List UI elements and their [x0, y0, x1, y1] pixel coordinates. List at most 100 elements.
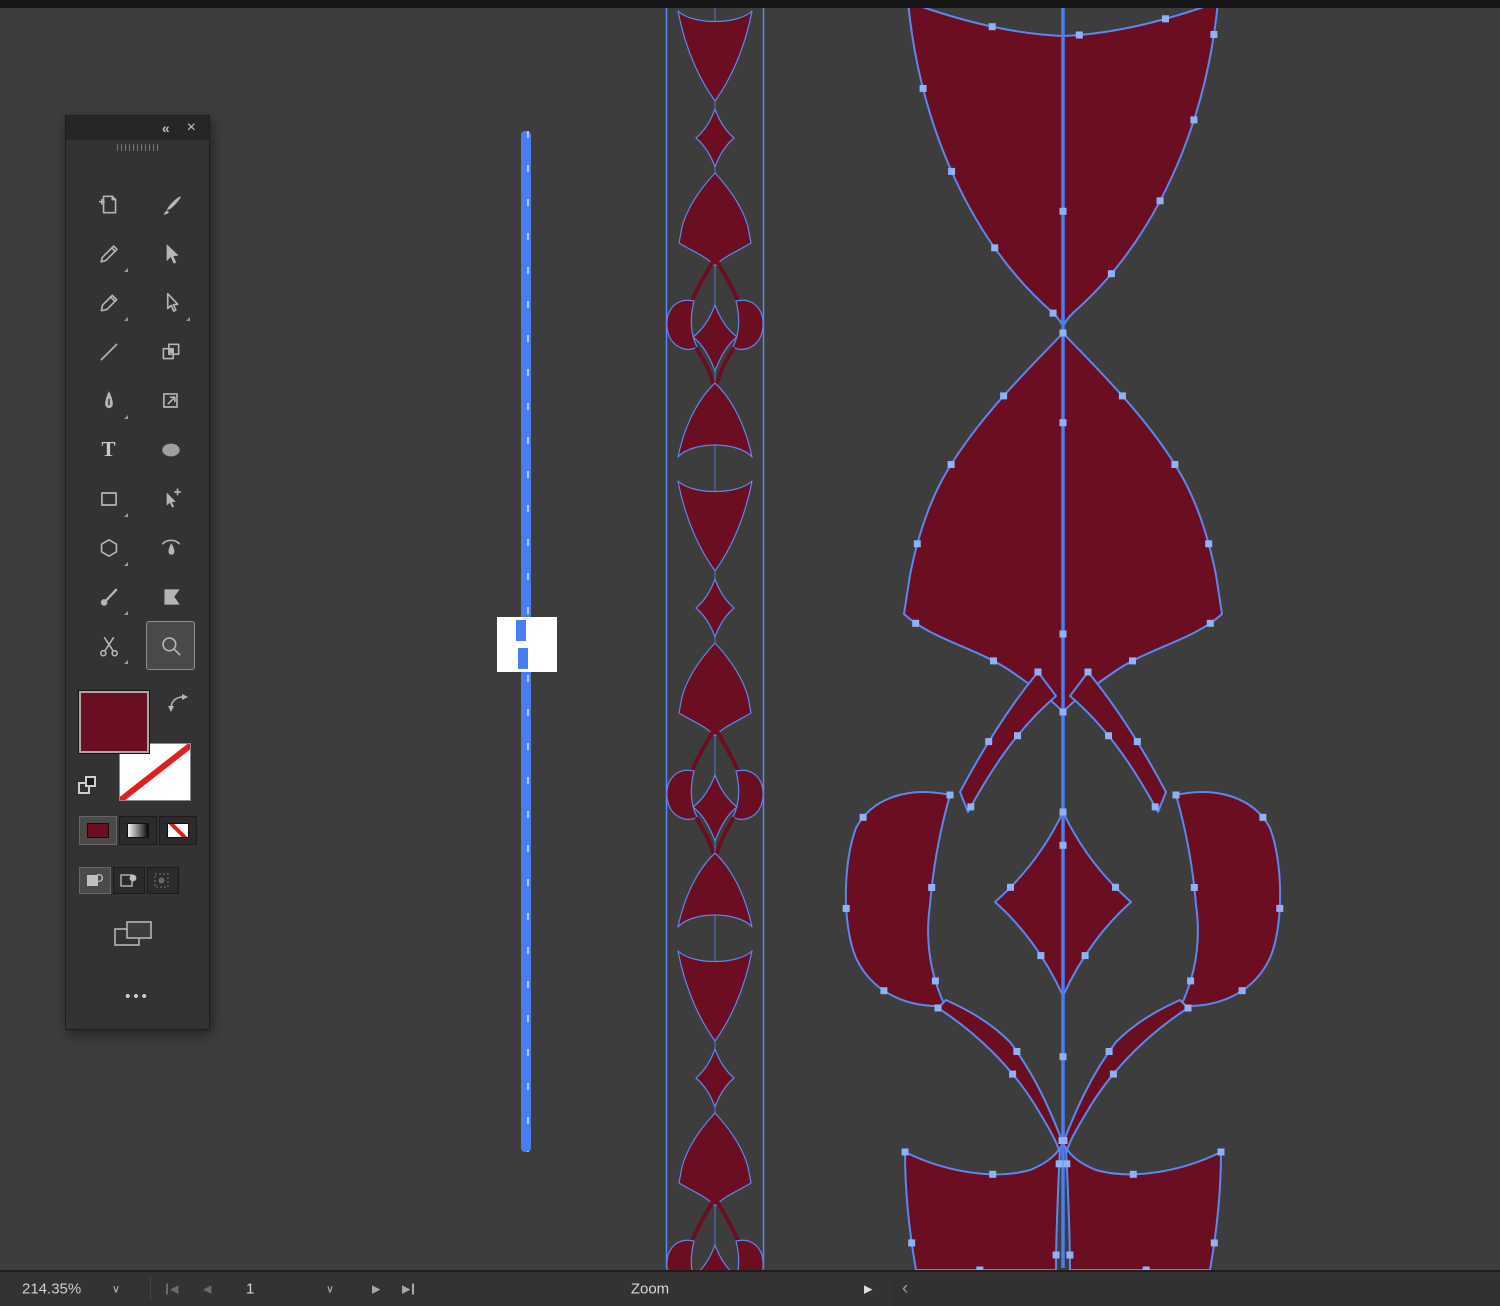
ornament-leg-right[interactable]: [1069, 671, 1167, 813]
statusbar-menu-arrow-icon[interactable]: ▶: [864, 1283, 872, 1296]
anchor-point[interactable]: [1037, 952, 1045, 960]
anchor-point[interactable]: [1075, 31, 1083, 39]
anchor-point[interactable]: [1059, 841, 1067, 849]
default-fill-stroke-icon[interactable]: [78, 776, 100, 796]
anchor-point[interactable]: [1190, 884, 1198, 891]
anchor-point[interactable]: [1129, 657, 1136, 665]
anchor-point[interactable]: [985, 738, 993, 746]
fill-color-swatch[interactable]: [78, 690, 150, 754]
anchor-point[interactable]: [928, 884, 936, 891]
tool-ellipse[interactable]: [146, 425, 195, 474]
anchor-point[interactable]: [1205, 540, 1213, 548]
anchor-point[interactable]: [1187, 977, 1195, 985]
anchor-point[interactable]: [1000, 392, 1008, 400]
anchor-point[interactable]: [1238, 987, 1246, 995]
anchor-point[interactable]: [1190, 116, 1198, 124]
tool-rectangle[interactable]: [84, 474, 133, 523]
ornament-tail-left[interactable]: [937, 999, 1064, 1151]
anchor-point[interactable]: [901, 1148, 909, 1156]
collapse-panel-icon[interactable]: «: [162, 120, 170, 136]
anchor-point[interactable]: [1059, 630, 1067, 638]
ornament-fluke-left[interactable]: [844, 791, 951, 1009]
anchor-point[interactable]: [1066, 1251, 1074, 1259]
anchor-point[interactable]: [1206, 619, 1214, 627]
tool-type[interactable]: T: [84, 425, 133, 474]
anchor-point[interactable]: [1049, 309, 1057, 317]
tool-paintbrush[interactable]: [146, 180, 195, 229]
previous-artboard-button[interactable]: ◀: [203, 1283, 211, 1296]
tool-overlap-shapes[interactable]: [146, 327, 195, 376]
draw-normal-button[interactable]: [79, 867, 111, 894]
anchor-point[interactable]: [1013, 1048, 1021, 1055]
tool-artboard[interactable]: [84, 180, 133, 229]
last-artboard-button[interactable]: ▶: [402, 1283, 415, 1296]
ornament-border-strip[interactable]: [664, 8, 766, 1306]
anchor-point[interactable]: [946, 791, 954, 799]
anchor-point[interactable]: [1259, 813, 1267, 821]
anchor-point[interactable]: [1172, 791, 1180, 799]
fill-color-button[interactable]: [79, 816, 117, 845]
anchor-point[interactable]: [1112, 883, 1119, 891]
anchor-point[interactable]: [1014, 732, 1021, 740]
white-rectangle-object[interactable]: [497, 617, 557, 672]
ornament-border-zoomed[interactable]: [842, 0, 1284, 1274]
anchor-point[interactable]: [880, 987, 888, 995]
tool-blob-brush[interactable]: [84, 572, 133, 621]
tool-scissors[interactable]: [84, 621, 133, 670]
anchor-point[interactable]: [1034, 668, 1042, 676]
anchor-point[interactable]: [1162, 15, 1169, 23]
anchor-point[interactable]: [1059, 419, 1067, 427]
anchor-point[interactable]: [1105, 1048, 1113, 1055]
anchor-point[interactable]: [991, 244, 999, 252]
anchor-point[interactable]: [1084, 668, 1092, 676]
anchor-point[interactable]: [1059, 329, 1067, 337]
anchor-point[interactable]: [989, 1170, 997, 1178]
anchor-point[interactable]: [1052, 1251, 1060, 1259]
anchor-point[interactable]: [1184, 1004, 1192, 1012]
anchor-point[interactable]: [1059, 808, 1067, 816]
anchor-point[interactable]: [988, 23, 996, 31]
draw-behind-button[interactable]: [113, 867, 145, 894]
tool-selection[interactable]: [146, 229, 195, 278]
tool-shape-builder[interactable]: [146, 572, 195, 621]
ornament-tail-right[interactable]: [1062, 999, 1189, 1151]
tool-zoom[interactable]: [146, 621, 195, 670]
anchor-point[interactable]: [1210, 1239, 1218, 1247]
anchor-point[interactable]: [1059, 207, 1067, 215]
ornament-bottom-wing-right[interactable]: [1065, 1147, 1222, 1271]
artboard-chevron-down-icon[interactable]: ∨: [326, 1283, 334, 1296]
anchor-point[interactable]: [947, 461, 955, 468]
tool-shaper[interactable]: [84, 229, 133, 278]
strip-motif-unit[interactable]: [664, 949, 766, 1306]
scrollbar-left-arrow-icon[interactable]: ‹: [902, 1278, 908, 1300]
tool-free-transform[interactable]: [146, 376, 195, 425]
anchor-point[interactable]: [1060, 1137, 1068, 1144]
anchor-point[interactable]: [1151, 803, 1159, 811]
close-panel-icon[interactable]: ×: [187, 120, 196, 136]
anchor-point[interactable]: [1105, 732, 1112, 740]
anchor-point[interactable]: [1007, 883, 1014, 891]
anchor-point[interactable]: [934, 1004, 942, 1012]
tool-group-selection[interactable]: [146, 474, 195, 523]
anchor-point[interactable]: [948, 167, 956, 175]
anchor-point[interactable]: [1217, 1148, 1225, 1156]
panel-overflow-button[interactable]: •••: [66, 988, 209, 1005]
anchor-point[interactable]: [1156, 197, 1164, 205]
next-artboard-button[interactable]: ▶: [372, 1283, 380, 1296]
anchor-point[interactable]: [1055, 1160, 1063, 1168]
anchor-point[interactable]: [1081, 952, 1089, 960]
anchor-point[interactable]: [908, 1239, 916, 1247]
anchor-point[interactable]: [1009, 1070, 1017, 1078]
none-button[interactable]: [159, 816, 197, 845]
zoom-level-chevron-down-icon[interactable]: ∨: [112, 1283, 120, 1296]
gradient-button[interactable]: [119, 816, 157, 845]
anchor-point[interactable]: [1109, 1070, 1117, 1078]
anchor-point[interactable]: [1059, 708, 1067, 716]
tool-polygon[interactable]: [84, 523, 133, 572]
strip-motif-unit[interactable]: [664, 9, 766, 459]
artboard-number-field[interactable]: 1: [246, 1281, 254, 1298]
ornament-fluke-right[interactable]: [1175, 791, 1282, 1009]
panel-grip-handle[interactable]: [66, 144, 209, 151]
anchor-point[interactable]: [859, 813, 867, 821]
tool-direct-selection[interactable]: [146, 278, 195, 327]
